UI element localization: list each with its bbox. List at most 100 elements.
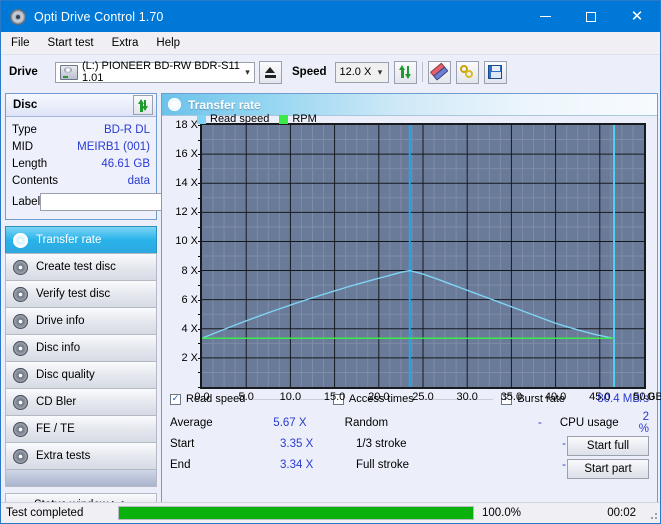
sidebar-item-label: Create test disc [36, 261, 116, 273]
transfer-rate-icon [13, 233, 28, 248]
disc-type-value: BD-R DL [104, 124, 150, 136]
random-key: Random [345, 417, 458, 429]
chart-x-axis: 0.05.010.015.020.025.030.035.040.045.050… [161, 391, 658, 407]
x-tick-label: 35.0 [501, 391, 522, 403]
progress-bar [118, 506, 474, 520]
menu-file[interactable]: File [3, 35, 38, 51]
disc-mid-key: MID [12, 141, 33, 153]
average-key: Average [170, 417, 273, 429]
maximize-button[interactable] [568, 1, 614, 32]
disc-row-mid: MID MEIRB1 (001) [12, 138, 150, 155]
drive-toolbar: Drive (L:) PIONEER BD-RW BDR-S11 1.01 ▾ … [1, 55, 660, 89]
create-disc-icon [13, 260, 28, 275]
start-part-button[interactable]: Start part [567, 459, 649, 479]
chain-icon [460, 65, 475, 79]
menu-start-test[interactable]: Start test [40, 35, 102, 51]
speed-select[interactable]: 12.0 X ▾ [335, 62, 389, 83]
y-tick-label: 6 X [181, 294, 198, 306]
disc-panel: Disc Type BD-R DL MID MEIRB1 (001) Lengt… [5, 93, 157, 220]
disc-row-length: Length 46.61 GB [12, 155, 150, 172]
results-row-average: Average 5.67 X Random - CPU usage 2 % [170, 412, 649, 433]
x-tick-label: 40.0 [545, 391, 566, 403]
panel-title: Transfer rate [188, 98, 261, 112]
nav-spacer [5, 470, 157, 487]
sidebar-item-verify-test-disc[interactable]: Verify test disc [5, 280, 157, 308]
sidebar-item-transfer-rate[interactable]: Transfer rate [5, 226, 157, 254]
start-full-button[interactable]: Start full [567, 436, 649, 456]
chart-plot-area[interactable] [200, 123, 646, 389]
sidebar-item-label: Drive info [36, 315, 85, 327]
erase-button[interactable] [428, 61, 451, 84]
link-button[interactable] [456, 61, 479, 84]
x-tick-label: 20.0 [368, 391, 389, 403]
chevron-down-icon: ▾ [241, 63, 254, 82]
results-row-start: Start 3.35 X 1/3 stroke - Start full [170, 433, 649, 454]
cpu-usage-value: 2 % [639, 411, 649, 435]
legend-swatch-rpm [279, 115, 288, 124]
status-message: Test completed [1, 507, 116, 519]
menu-help[interactable]: Help [148, 35, 188, 51]
legend-swatch-read-speed [197, 115, 206, 124]
verify-disc-icon [13, 287, 28, 302]
speed-label: Speed [292, 66, 327, 78]
transfer-rate-icon [168, 98, 181, 111]
menu-extra[interactable]: Extra [104, 35, 147, 51]
x-tick-label: 10.0 [280, 391, 301, 403]
legend-label-read-speed: Read speed [210, 113, 269, 125]
disc-info-icon [13, 341, 28, 356]
full-stroke-key: Full stroke [356, 459, 476, 471]
sidebar-item-label: Disc quality [36, 369, 95, 381]
disc-label-key: Label [12, 196, 40, 208]
x-tick-label: 30.0 [456, 391, 477, 403]
x-tick-label: 0.0 [194, 391, 209, 403]
sidebar-item-fe-te[interactable]: FE / TE [5, 415, 157, 443]
sidebar-item-drive-info[interactable]: Drive info [5, 307, 157, 335]
chart-x-unit: GB [647, 391, 661, 403]
close-icon: ✕ [631, 9, 644, 24]
x-tick-label: 5.0 [239, 391, 254, 403]
disc-length-key: Length [12, 158, 47, 170]
x-tick-label: 45.0 [589, 391, 610, 403]
sidebar-item-create-test-disc[interactable]: Create test disc [5, 253, 157, 281]
sidebar-item-disc-quality[interactable]: Disc quality [5, 361, 157, 389]
sidebar-item-cd-bler[interactable]: CD Bler [5, 388, 157, 416]
disc-icon [10, 9, 26, 25]
minimize-icon [540, 16, 551, 17]
save-button[interactable] [484, 61, 507, 84]
sidebar-item-label: Extra tests [36, 450, 90, 462]
drive-select[interactable]: (L:) PIONEER BD-RW BDR-S11 1.01 ▾ [55, 62, 255, 83]
speed-select-value: 12.0 X [340, 66, 372, 78]
save-icon [488, 65, 502, 79]
sidebar-item-disc-info[interactable]: Disc info [5, 334, 157, 362]
x-tick-label: 25.0 [412, 391, 433, 403]
disc-refresh-button[interactable] [133, 95, 153, 115]
y-tick-label: 16 X [175, 148, 198, 160]
disc-row-contents: Contents data [12, 172, 150, 189]
left-column: Disc Type BD-R DL MID MEIRB1 (001) Lengt… [5, 93, 157, 517]
disc-contents-key: Contents [12, 175, 58, 187]
resize-grip-icon[interactable] [644, 506, 658, 520]
menu-bar: File Start test Extra Help [1, 32, 660, 55]
chevron-down-icon: ▾ [373, 63, 388, 82]
progress-bar-fill [119, 507, 473, 519]
drive-icon [60, 65, 78, 80]
sidebar-item-label: Verify test disc [36, 288, 110, 300]
average-value: 5.67 X [273, 417, 344, 429]
random-value: - [457, 417, 560, 429]
refresh-speed-button[interactable] [394, 61, 417, 84]
start-value: 3.35 X [280, 438, 356, 450]
drive-info-icon [13, 314, 28, 329]
eject-button[interactable] [259, 61, 282, 84]
start-key: Start [170, 438, 280, 450]
drive-label: Drive [9, 66, 55, 78]
sidebar-item-extra-tests[interactable]: Extra tests [5, 442, 157, 470]
results-grid: Average 5.67 X Random - CPU usage 2 % St… [162, 409, 657, 475]
disc-panel-body: Type BD-R DL MID MEIRB1 (001) Length 46.… [6, 117, 156, 219]
minimize-button[interactable] [522, 1, 568, 32]
window-title: Opti Drive Control 1.70 [34, 10, 163, 24]
disc-quality-icon [13, 368, 28, 383]
disc-length-value: 46.61 GB [101, 158, 150, 170]
close-button[interactable]: ✕ [614, 1, 660, 32]
third-stroke-key: 1/3 stroke [356, 438, 476, 450]
title-bar: Opti Drive Control 1.70 ✕ [1, 1, 660, 32]
